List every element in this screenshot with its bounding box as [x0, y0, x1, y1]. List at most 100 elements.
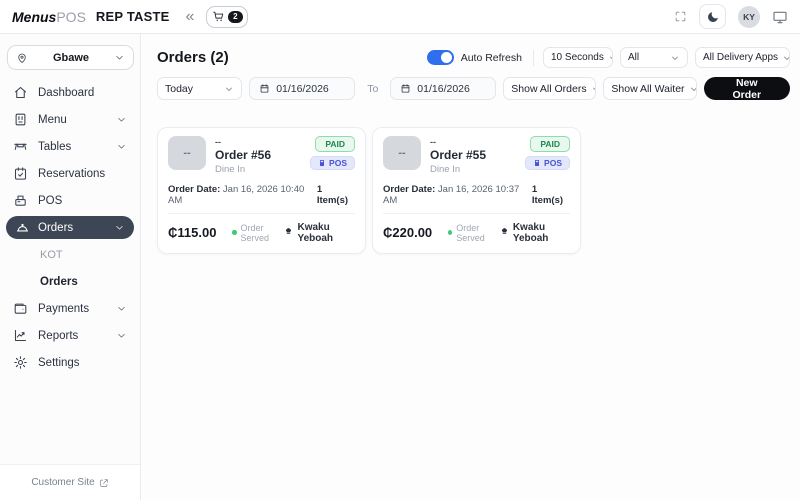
sidebar-item-reports[interactable]: Reports	[0, 322, 140, 349]
order-status: Order Served	[232, 223, 284, 243]
order-badges: PAID POS	[525, 136, 570, 177]
delivery-apps-value: All Delivery Apps	[703, 52, 779, 63]
sidebar-item-menu[interactable]: Menu	[0, 106, 140, 133]
delivery-apps-select[interactable]: All Delivery Apps	[695, 47, 790, 68]
order-badges: PAID POS	[310, 136, 355, 177]
date-preset-select[interactable]: Today	[157, 77, 243, 100]
sidebar-item-label: Settings	[38, 356, 80, 369]
order-number: Order #56	[215, 147, 272, 162]
calendar-icon	[401, 84, 410, 93]
sidebar-item-label: Payments	[38, 302, 90, 315]
external-link-icon	[99, 478, 108, 487]
to-label: To	[367, 82, 379, 95]
status-label: Order Served	[240, 222, 270, 243]
order-card-header: -- -- Order #55 Dine In PAID POS	[383, 136, 570, 177]
page-header: Orders (2) Auto Refresh 10 Seconds All A…	[142, 34, 800, 68]
sidebar-item-settings[interactable]: Settings	[0, 349, 140, 376]
orders-filter-select[interactable]: Show All Orders	[503, 77, 597, 100]
pos-terminal-icon	[535, 159, 540, 166]
sidebar-nav: Dashboard Menu Tables Reservations POS O…	[0, 79, 140, 376]
register-icon	[15, 195, 26, 206]
sidebar-subitem-orders[interactable]: Orders	[0, 268, 140, 295]
sidebar-item-pos[interactable]: POS	[0, 187, 140, 214]
order-date-label: Order Date:	[168, 183, 221, 195]
order-card[interactable]: -- -- Order #56 Dine In PAID POS Order D…	[157, 127, 366, 254]
waiter-name: Kwaku Yeboah	[512, 221, 549, 244]
display-icon[interactable]	[772, 9, 788, 25]
date-to-input[interactable]: 01/16/2026	[390, 77, 497, 100]
order-type: Dine In	[430, 164, 461, 176]
date-preset-value: Today	[165, 82, 194, 95]
order-info: -- Order #55 Dine In	[430, 136, 486, 177]
chevron-down-icon	[592, 87, 596, 91]
orders-list: -- -- Order #56 Dine In PAID POS Order D…	[142, 100, 800, 254]
order-card-header: -- -- Order #56 Dine In PAID POS	[168, 136, 355, 177]
brand-light: POS	[56, 8, 86, 25]
all-filter-select[interactable]: All	[620, 47, 688, 68]
sidebar-item-dashboard[interactable]: Dashboard	[0, 79, 140, 106]
cart-button[interactable]: 2	[206, 5, 249, 28]
cart-icon	[213, 11, 224, 21]
refresh-interval-select[interactable]: 10 Seconds	[543, 47, 613, 68]
divider	[533, 49, 534, 66]
avatar[interactable]: KY	[738, 5, 760, 28]
brand-bold: Menus	[12, 8, 57, 25]
date-from-input[interactable]: 01/16/2026	[249, 77, 356, 100]
order-card[interactable]: -- -- Order #55 Dine In PAID POS Order D…	[372, 127, 581, 254]
collapse-sidebar-icon[interactable]: «	[185, 8, 194, 25]
waiter-filter-select[interactable]: Show All Waiter	[603, 77, 697, 100]
cloche-icon	[16, 223, 29, 232]
order-status: Order Served	[448, 223, 500, 243]
waiter-name: Kwaku Yeboah	[297, 221, 334, 244]
order-card-footer: ₵220.00 Order Served Kwaku Yeboah	[383, 222, 570, 244]
pos-terminal-icon	[320, 159, 325, 166]
chevron-down-icon	[116, 225, 123, 230]
sidebar: Gbawe Dashboard Menu Tables Reservations…	[0, 34, 141, 500]
order-items-count: 1 Item(s)	[531, 183, 564, 206]
orders-filter-value: Show All Orders	[511, 82, 587, 95]
order-table: --	[430, 137, 436, 147]
order-thumbnail: --	[383, 136, 421, 170]
all-filter-value: All	[628, 52, 640, 63]
location-selector[interactable]: Gbawe	[7, 45, 134, 70]
customer-site-link[interactable]: Customer Site	[0, 464, 140, 500]
chevron-down-icon	[226, 87, 233, 91]
order-date: Order Date: Jan 16, 2026 10:37 AM	[383, 184, 532, 206]
sidebar-item-label: Orders	[38, 221, 74, 234]
location-pin-icon	[18, 53, 26, 63]
filter-row: Today 01/16/2026 To 01/16/2026 Show All …	[142, 68, 800, 101]
sidebar-item-label: Tables	[38, 140, 72, 153]
auto-refresh-toggle[interactable]	[426, 50, 454, 65]
sidebar-item-reservations[interactable]: Reservations	[0, 160, 140, 187]
order-items-count: 1 Item(s)	[316, 183, 349, 206]
order-waiter: Kwaku Yeboah	[284, 222, 355, 244]
order-meta: Order Date: Jan 16, 2026 10:40 AM 1 Item…	[168, 184, 355, 206]
chevron-down-icon	[116, 55, 123, 60]
sidebar-subitem-label: Orders	[40, 275, 78, 288]
cart-count-badge: 2	[227, 10, 243, 23]
chevron-down-icon	[672, 56, 678, 60]
sidebar-subitem-kot[interactable]: KOT	[0, 241, 140, 268]
sidebar-item-tables[interactable]: Tables	[0, 133, 140, 160]
dark-mode-button[interactable]	[699, 4, 726, 29]
sidebar-item-orders[interactable]: Orders	[6, 216, 134, 239]
auto-refresh-label: Auto Refresh	[460, 51, 522, 64]
card-divider	[383, 212, 570, 214]
order-table: --	[215, 137, 221, 147]
location-label: Gbawe	[52, 51, 90, 64]
fullscreen-icon[interactable]	[674, 10, 687, 23]
order-thumbnail: --	[168, 136, 206, 170]
pos-badge: POS	[525, 155, 570, 170]
paid-badge: PAID	[315, 136, 355, 152]
topbar-actions: KY	[674, 4, 788, 29]
card-divider	[168, 212, 355, 214]
new-order-button[interactable]: New Order	[703, 77, 791, 101]
date-to-value: 01/16/2026	[417, 82, 470, 95]
sidebar-item-payments[interactable]: Payments	[0, 295, 140, 322]
moon-icon	[707, 11, 718, 22]
chart-icon	[14, 329, 27, 342]
order-waiter: Kwaku Yeboah	[500, 222, 570, 244]
status-dot	[232, 230, 237, 236]
app-logo: Menus POS	[12, 9, 86, 25]
order-meta: Order Date: Jan 16, 2026 10:37 AM 1 Item…	[383, 184, 570, 206]
